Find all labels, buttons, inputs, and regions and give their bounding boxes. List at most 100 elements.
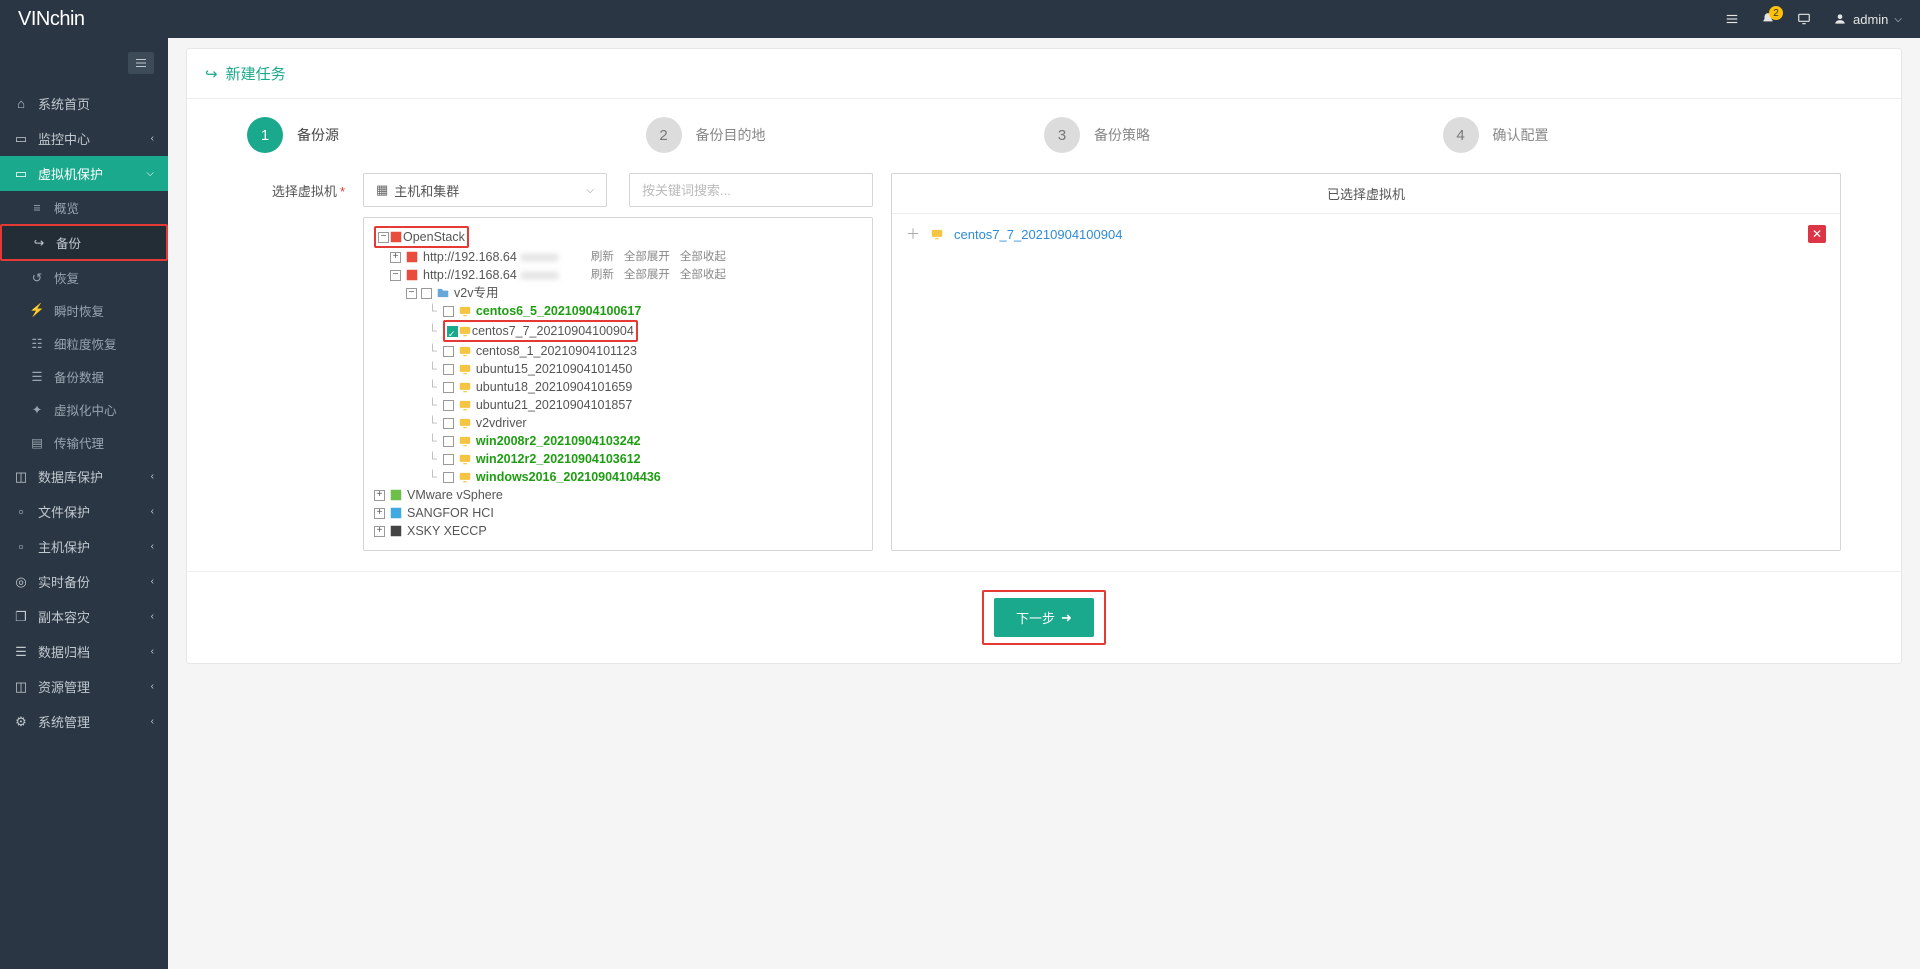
tree-node-host1[interactable]: + http://192.168.64xxxxxx 刷新 全部展开 全部收起 xyxy=(374,248,862,266)
nav-host-protect[interactable]: ▫ 主机保护 ‹ xyxy=(0,529,168,564)
step-confirm[interactable]: 4 确认配置 xyxy=(1443,117,1842,153)
chevron-left-icon: ‹ xyxy=(151,471,154,482)
share-icon: ↪ xyxy=(32,235,46,250)
nav-vm-protect[interactable]: ▭ 虚拟机保护 ⌵ xyxy=(0,156,168,191)
nav-system[interactable]: ⚙ 系统管理 ‹ xyxy=(0,704,168,739)
selected-title: 已选择虚拟机 xyxy=(892,174,1840,214)
sub-overview[interactable]: ≡ 概览 xyxy=(0,191,168,224)
sub-backup-data[interactable]: ☰ 备份数据 xyxy=(0,360,168,393)
checkbox[interactable] xyxy=(443,306,454,317)
folder-icon xyxy=(436,286,450,300)
sub-label: 备份 xyxy=(56,233,81,252)
tree-actions: 刷新 全部展开 全部收起 xyxy=(591,266,726,284)
checkbox[interactable] xyxy=(443,418,454,429)
step-strategy[interactable]: 3 备份策略 xyxy=(1044,117,1443,153)
nav-label: 虚拟机保护 xyxy=(38,164,103,183)
collapse-all-action[interactable]: 全部收起 xyxy=(680,248,726,266)
tree-node-vm[interactable]: └ win2008r2_20210904103242 xyxy=(374,432,862,450)
display-icon[interactable] xyxy=(1797,12,1811,26)
sidebar-collapse[interactable] xyxy=(0,46,168,86)
step-number: 4 xyxy=(1443,117,1479,153)
expand-icon[interactable]: + xyxy=(374,508,385,519)
logs-icon[interactable] xyxy=(1725,12,1739,26)
step-number: 3 xyxy=(1044,117,1080,153)
vm-icon xyxy=(458,362,472,376)
tree-node-openstack[interactable]: − OpenStack xyxy=(374,226,862,248)
tree-node-vm[interactable]: └ ubuntu18_20210904101659 xyxy=(374,378,862,396)
expand-icon[interactable]: + xyxy=(374,526,385,537)
next-button[interactable]: 下一步 ➜ xyxy=(994,598,1094,637)
tree-node-vendor[interactable]: + VMware vSphere xyxy=(374,486,862,504)
wizard: 1 备份源 2 备份目的地 3 备份策略 4 确认配置 xyxy=(187,99,1901,167)
nav-monitor[interactable]: ▭ 监控中心 ‹ xyxy=(0,121,168,156)
tree-node-vm[interactable]: └ v2vdriver xyxy=(374,414,862,432)
tree-actions: 刷新 全部展开 全部收起 xyxy=(591,248,726,266)
checkbox[interactable] xyxy=(447,326,458,337)
collapse-all-action[interactable]: 全部收起 xyxy=(680,266,726,284)
sub-instant-restore[interactable]: ⚡ 瞬时恢复 xyxy=(0,294,168,327)
nav-resource[interactable]: ◫ 资源管理 ‹ xyxy=(0,669,168,704)
tree-node-vm[interactable]: └ ubuntu21_20210904101857 xyxy=(374,396,862,414)
tree-node-vm[interactable]: └ win2012r2_20210904103612 xyxy=(374,450,862,468)
sub-granular-restore[interactable]: ☷ 细粒度恢复 xyxy=(0,327,168,360)
hamburger-icon[interactable] xyxy=(128,52,154,74)
checkbox[interactable] xyxy=(443,472,454,483)
notification-icon[interactable]: 2 xyxy=(1761,12,1775,26)
collapse-icon[interactable]: − xyxy=(390,270,401,281)
step-source[interactable]: 1 备份源 xyxy=(247,117,646,153)
nav-realtime-backup[interactable]: ◎ 实时备份 ‹ xyxy=(0,564,168,599)
collapse-icon[interactable]: − xyxy=(406,288,417,299)
expand-icon[interactable]: + xyxy=(390,252,401,263)
nav-replica[interactable]: ❐ 副本容灾 ‹ xyxy=(0,599,168,634)
tree-label: v2v专用 xyxy=(454,284,498,302)
tree-node-vendor[interactable]: + XSKY XECCP xyxy=(374,522,862,540)
expand-all-action[interactable]: 全部展开 xyxy=(624,248,670,266)
refresh-action[interactable]: 刷新 xyxy=(591,248,614,266)
tree-node-vm[interactable]: └ centos6_5_20210904100617 xyxy=(374,302,862,320)
sub-virt-center[interactable]: ✦ 虚拟化中心 xyxy=(0,393,168,426)
nav-home[interactable]: ⌂ 系统首页 xyxy=(0,86,168,121)
checkbox[interactable] xyxy=(443,346,454,357)
tree-label: http://192.168.64 xyxy=(423,248,517,266)
tree-node-vm[interactable]: └ centos8_1_20210904101123 xyxy=(374,342,862,360)
user-menu[interactable]: admin ⌵ xyxy=(1833,12,1902,27)
sidebar: ⌂ 系统首页 ▭ 监控中心 ‹ ▭ 虚拟机保护 ⌵ ≡ 概览 ↪ 备份 ↺ 恢复… xyxy=(0,38,168,969)
nav-db-protect[interactable]: ◫ 数据库保护 ‹ xyxy=(0,459,168,494)
tree-label: centos7_7_20210904100904 xyxy=(472,322,634,340)
checkbox[interactable] xyxy=(421,288,432,299)
sub-agent[interactable]: ▤ 传输代理 xyxy=(0,426,168,459)
archive-icon: ☰ xyxy=(14,644,28,660)
chevron-down-icon: ⌵ xyxy=(1894,14,1902,25)
checkbox[interactable] xyxy=(443,364,454,375)
collapse-icon[interactable]: − xyxy=(378,232,389,243)
refresh-action[interactable]: 刷新 xyxy=(591,266,614,284)
tree-node-folder[interactable]: − v2v专用 xyxy=(374,284,862,302)
checkbox[interactable] xyxy=(443,400,454,411)
tree-node-host2[interactable]: − http://192.168.64xxxxxx 刷新 全部展开 全部收起 xyxy=(374,266,862,284)
checkbox[interactable] xyxy=(443,382,454,393)
tree-node-vm[interactable]: └ ubuntu15_20210904101450 xyxy=(374,360,862,378)
tree-label: v2vdriver xyxy=(476,414,527,432)
expand-all-action[interactable]: 全部展开 xyxy=(624,266,670,284)
nav-label: 实时备份 xyxy=(38,572,90,591)
nav-archive[interactable]: ☰ 数据归档 ‹ xyxy=(0,634,168,669)
sub-label: 细粒度恢复 xyxy=(54,334,117,353)
tree-node-vm[interactable]: └ centos7_7_20210904100904 xyxy=(374,320,862,342)
nav-file-protect[interactable]: ▫ 文件保护 ‹ xyxy=(0,494,168,529)
checkbox[interactable] xyxy=(443,436,454,447)
view-mode-select[interactable]: ▦ 主机和集群 ⌵ xyxy=(363,173,607,207)
vendor-icon xyxy=(389,524,403,538)
expand-icon[interactable]: + xyxy=(374,490,385,501)
checkbox[interactable] xyxy=(443,454,454,465)
tree-node-vm[interactable]: └ windows2016_20210904104436 xyxy=(374,468,862,486)
step-label: 备份源 xyxy=(297,125,339,145)
step-destination[interactable]: 2 备份目的地 xyxy=(646,117,1045,153)
remove-button[interactable]: ✕ xyxy=(1808,225,1826,243)
selected-vm-name[interactable]: centos7_7_20210904100904 xyxy=(954,227,1122,242)
blurred-text: xxxxxx xyxy=(521,248,581,266)
tree-node-vendor[interactable]: + SANGFOR HCI xyxy=(374,504,862,522)
sub-restore[interactable]: ↺ 恢复 xyxy=(0,261,168,294)
search-input[interactable] xyxy=(629,173,873,207)
sub-backup[interactable]: ↪ 备份 xyxy=(0,224,168,261)
expand-icon[interactable]: ＋ xyxy=(906,224,920,244)
